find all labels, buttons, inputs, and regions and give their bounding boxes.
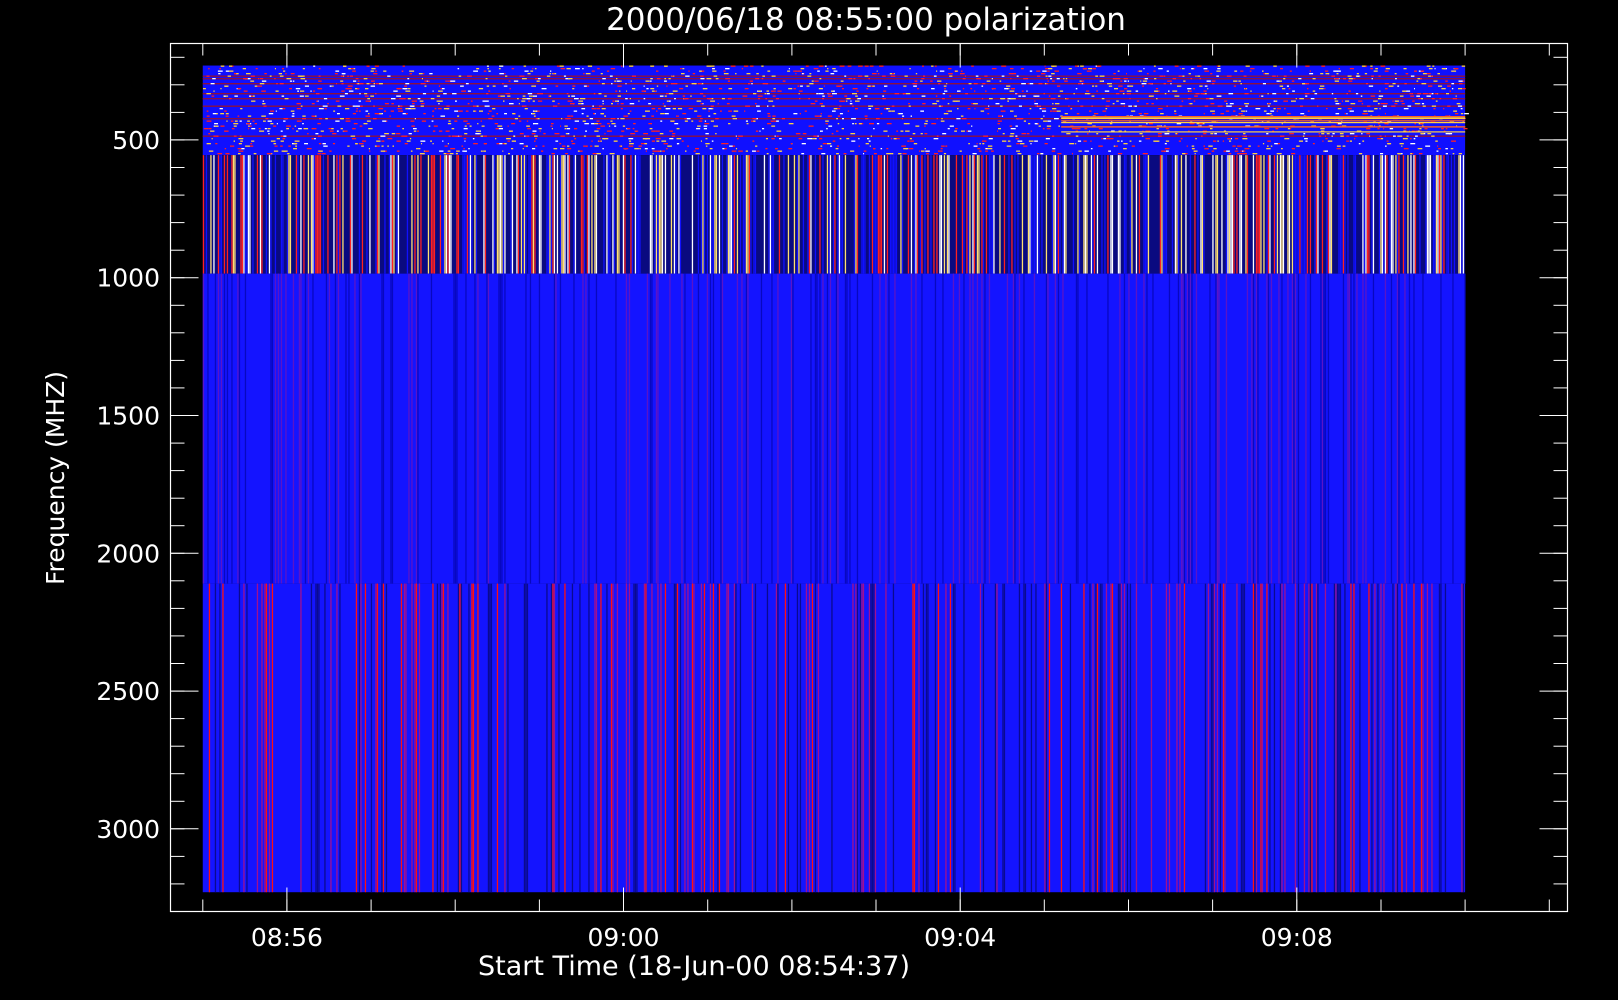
y-tick-label: 2500 [96,677,160,706]
x-axis-label: Start Time (18-Jun-00 08:54:37) [478,951,910,982]
spectrogram-image [202,65,1469,893]
spectrogram-band-2 [202,155,1466,274]
x-tick-label: 08:56 [251,923,323,952]
y-tick-label: 500 [112,126,160,155]
y-tick-label: 1500 [96,402,160,431]
y-tick-label: 2000 [96,539,160,568]
band-4-background [202,583,1466,893]
y-tick-label: 3000 [96,815,160,844]
spectrogram-band-3 [202,273,1466,584]
x-tick-label: 09:08 [1261,923,1333,952]
y-axis-label: Frequency (MHZ) [41,371,70,585]
x-tick-label: 09:04 [924,923,996,952]
spectrogram-band-4 [202,583,1466,893]
y-tick-label: 1000 [96,264,160,293]
chart-title: 2000/06/18 08:55:00 polarization [606,2,1126,38]
x-tick-label: 09:00 [587,923,659,952]
spectrogram-band-1 [202,65,1469,156]
spectrogram-chart: 2000/06/18 08:55:00 polarization 08:56 09… [41,2,1569,982]
